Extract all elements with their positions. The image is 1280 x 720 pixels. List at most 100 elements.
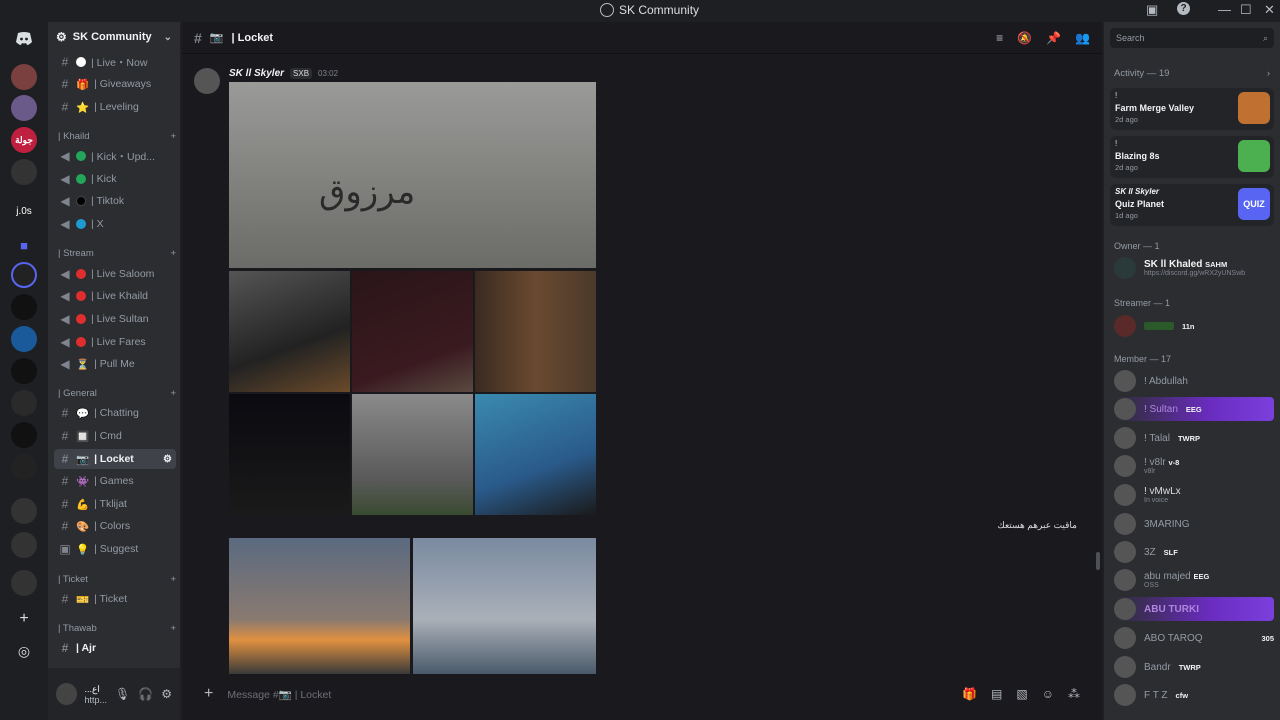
image-attachment[interactable]	[413, 538, 596, 674]
message-input[interactable]: Message #📷 | Locket	[227, 688, 331, 701]
discover-icon[interactable]: ◎	[11, 638, 37, 664]
category-khaild[interactable]: | Khaild +	[58, 131, 176, 142]
member-item[interactable]: 3MARING	[1114, 512, 1274, 536]
channel-chatting[interactable]: # 💬 | Chatting	[54, 403, 176, 423]
channel-ajr[interactable]: # | Ajr	[54, 638, 176, 658]
image-attachment[interactable]: مرزوق	[229, 82, 596, 268]
image-attachment[interactable]	[229, 271, 350, 392]
server-icon[interactable]	[11, 95, 37, 121]
server-icon[interactable]	[11, 294, 37, 320]
member-item[interactable]: ABO TAROQ 305	[1114, 626, 1274, 650]
member-item[interactable]: abu majed EEG OSS	[1114, 568, 1274, 592]
member-item[interactable]: F T Zcfw	[1114, 683, 1274, 707]
gif-icon[interactable]: ▤	[991, 687, 1002, 701]
server-folder-icon[interactable]	[11, 498, 37, 524]
activity-card[interactable]: ! Blazing 8s 2d ago	[1110, 136, 1274, 178]
sticker-icon[interactable]: ▧	[1016, 687, 1027, 701]
add-channel-icon[interactable]: +	[170, 388, 176, 399]
image-attachment[interactable]	[475, 394, 596, 515]
image-attachment[interactable]	[475, 271, 596, 392]
channel-ticket[interactable]: # 🎫 | Ticket	[54, 589, 176, 609]
channel-suggest[interactable]: ▣ 💡 | Suggest	[54, 539, 176, 559]
add-channel-icon[interactable]: +	[170, 248, 176, 259]
headphones-icon[interactable]: 🎧	[138, 687, 153, 701]
channel-leveling[interactable]: # ⭐ | Leveling	[54, 97, 176, 117]
threads-icon[interactable]: ≡	[996, 31, 1003, 45]
category-general[interactable]: | General +	[58, 388, 176, 399]
channel-games[interactable]: # 👾 | Games	[54, 471, 176, 491]
channel-locket[interactable]: # 📷 | Locket ⚙	[54, 449, 176, 469]
server-icon[interactable]	[11, 390, 37, 416]
gear-icon[interactable]: ⚙	[161, 687, 172, 701]
member-item[interactable]: ABU TURKI	[1114, 597, 1274, 621]
help-icon[interactable]: ?	[1177, 2, 1190, 15]
member-item[interactable]: ! Talal TWRP	[1114, 426, 1274, 450]
discord-home-icon[interactable]	[11, 26, 37, 52]
channel-live-sultan[interactable]: ◀ | Live Sultan	[54, 309, 176, 329]
server-folder-icon[interactable]	[11, 532, 37, 558]
activity-card[interactable]: SK ll Skyler Quiz Planet 1d ago QUIZ	[1110, 184, 1274, 226]
server-icon[interactable]: جولة	[11, 127, 37, 153]
channel-tklijat[interactable]: # 💪 | Tklijat	[54, 494, 176, 514]
add-channel-icon[interactable]: +	[170, 131, 176, 142]
server-header[interactable]: ⚙ SK Community ⌄	[48, 22, 180, 52]
channel-giveaways[interactable]: # 🎁 | Giveaways	[54, 74, 176, 94]
gift-icon[interactable]: 🎁	[962, 687, 977, 701]
channel-live-fares[interactable]: ◀ | Live Fares	[54, 332, 176, 352]
members-icon[interactable]: 👥	[1075, 31, 1090, 45]
add-channel-icon[interactable]: +	[170, 574, 176, 585]
member-item[interactable]: ! vMwLx In voice	[1114, 483, 1274, 507]
activity-card[interactable]: ! Farm Merge Valley 2d ago	[1110, 88, 1274, 130]
server-icon[interactable]	[11, 422, 37, 448]
image-attachment[interactable]	[229, 538, 410, 674]
scrollbar[interactable]	[1096, 552, 1100, 570]
channel-kick[interactable]: ◀ | Kick	[54, 169, 176, 189]
emoji-icon[interactable]: ☺	[1042, 687, 1054, 701]
server-folder-icon[interactable]	[11, 570, 37, 596]
channel-cmd[interactable]: # 🔲 | Cmd	[54, 426, 176, 446]
channel-live-saloom[interactable]: ◀ | Live Saloom	[54, 264, 176, 284]
channel-kick-updates[interactable]: ◀ | Kick・Upd...	[54, 146, 176, 166]
channel-live-khaild[interactable]: ◀ | Live Khaild	[54, 286, 176, 306]
server-icon[interactable]	[11, 358, 37, 384]
pin-icon[interactable]: 📌	[1046, 31, 1061, 45]
channel-x[interactable]: ◀ | X	[54, 214, 176, 234]
server-icon[interactable]	[11, 326, 37, 352]
author-name[interactable]: SK ll Skyler	[229, 68, 284, 79]
microphone-icon[interactable]: 🎙	[115, 687, 130, 701]
member-item[interactable]: ! Sultan EEG	[1114, 397, 1274, 421]
member-item[interactable]: 11n	[1114, 314, 1274, 338]
category-ticket[interactable]: | Ticket +	[58, 574, 176, 585]
channel-colors[interactable]: # 🎨 | Colors	[54, 516, 176, 536]
add-server-icon[interactable]: +	[11, 606, 37, 632]
add-channel-icon[interactable]: +	[170, 623, 176, 634]
server-icon[interactable]: j.0s	[11, 198, 37, 224]
search-input[interactable]: Search ⌕	[1110, 28, 1274, 48]
server-folder-icon[interactable]	[11, 159, 37, 185]
add-attachment-icon[interactable]: +	[204, 685, 213, 703]
minimize-button[interactable]: —	[1218, 2, 1231, 17]
image-attachment[interactable]	[352, 394, 473, 515]
channel-live-now[interactable]: # | Live・Now	[54, 52, 176, 72]
member-item[interactable]: 3Z SLF	[1114, 540, 1274, 564]
server-icon[interactable]	[11, 454, 37, 480]
close-button[interactable]: ✕	[1264, 2, 1275, 18]
member-item[interactable]: SK ll Khaled SAHM https://discord.gg/wRX…	[1114, 256, 1274, 280]
category-stream[interactable]: | Stream +	[58, 248, 176, 259]
channel-tiktok[interactable]: ◀ | Tiktok	[54, 191, 176, 211]
apps-icon[interactable]: ⁂	[1068, 687, 1080, 701]
channel-pull-me[interactable]: ◀ ⏳ | Pull Me	[54, 354, 176, 374]
member-item[interactable]: Bandr TWRP	[1114, 655, 1274, 679]
image-attachment[interactable]	[229, 394, 350, 515]
image-attachment[interactable]	[352, 271, 473, 392]
activity-header[interactable]: Activity — 19 ›	[1114, 68, 1270, 79]
avatar[interactable]	[194, 68, 220, 94]
category-thawab[interactable]: | Thawab +	[58, 623, 176, 634]
bell-mute-icon[interactable]: 🔕	[1017, 31, 1032, 45]
maximize-button[interactable]: ☐	[1240, 2, 1252, 18]
inbox-icon[interactable]: ▣	[1146, 2, 1158, 18]
avatar[interactable]	[56, 683, 77, 705]
server-icon[interactable]	[11, 262, 37, 288]
settings-icon[interactable]: ⚙	[163, 454, 176, 465]
message-composer[interactable]: + Message #📷 | Locket 🎁 ▤ ▧ ☺ ⁂	[194, 678, 1090, 710]
